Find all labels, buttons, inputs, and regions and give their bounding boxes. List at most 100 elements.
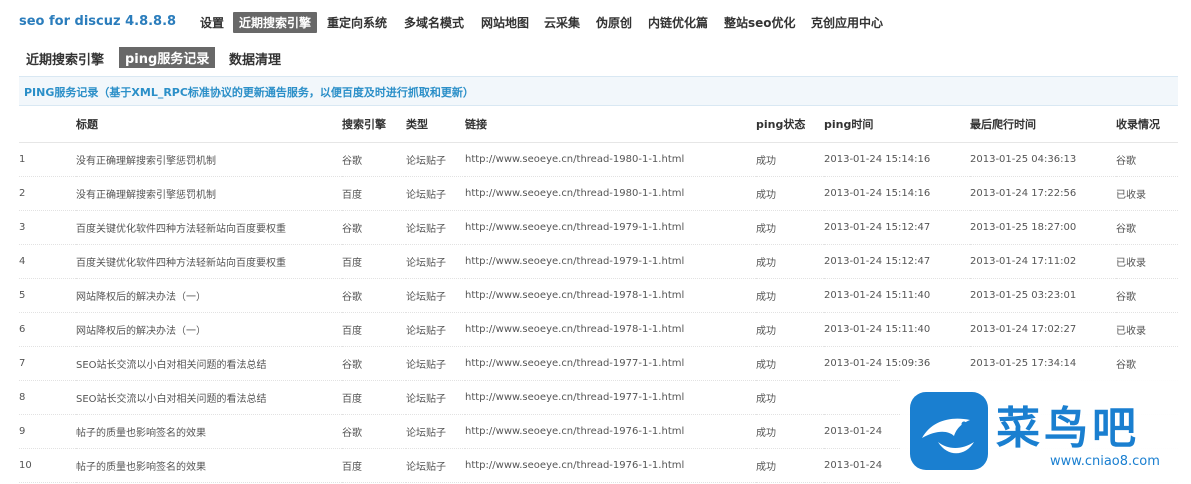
row-index-status[interactable]: 谷歌 <box>1116 278 1178 313</box>
row-title: 网站降权后的解决办法（一） <box>76 278 342 313</box>
row-ping-status: 成功 <box>756 312 824 347</box>
row-index: 7 <box>19 346 76 381</box>
row-type: 论坛贴子 <box>406 448 465 483</box>
subtab-recent-search-engines[interactable]: 近期搜索引擎 <box>26 49 104 68</box>
row-last-crawl-time: 2013-01-25 18:27:00 <box>970 210 1116 245</box>
col-type: 类型 <box>406 106 465 143</box>
watermark-url: www.cniao8.com <box>1050 454 1160 469</box>
row-index-status: 已收录 <box>1116 176 1178 211</box>
col-index <box>19 106 76 143</box>
col-index-status: 收录情况 <box>1116 106 1178 143</box>
row-ping-status: 成功 <box>756 142 824 177</box>
row-ping-time: 2013-01-24 15:12:47 <box>824 244 970 279</box>
nav-recent-search-engines[interactable]: 近期搜索引擎 <box>233 12 318 33</box>
row-type: 论坛贴子 <box>406 312 465 347</box>
nav-cloud-collect[interactable]: 云采集 <box>544 14 580 31</box>
row-last-crawl-time: 2013-01-24 17:11:02 <box>970 244 1116 279</box>
row-title: SEO站长交流以小白对相关问题的看法总结 <box>76 346 342 381</box>
col-ping-status: ping状态 <box>756 106 824 143</box>
row-title: 网站降权后的解决办法（一） <box>76 312 342 347</box>
nav-app-center[interactable]: 克创应用中心 <box>811 14 883 31</box>
row-search-engine: 百度 <box>342 244 406 279</box>
row-index: 6 <box>19 312 76 347</box>
row-link: http://www.seoeye.cn/thread-1977-1-1.htm… <box>465 380 756 415</box>
row-search-engine: 谷歌 <box>342 142 406 177</box>
nav-redirect-system[interactable]: 重定向系统 <box>327 14 387 31</box>
row-type: 论坛贴子 <box>406 346 465 381</box>
row-index: 9 <box>19 414 76 449</box>
row-type: 论坛贴子 <box>406 142 465 177</box>
row-index-status[interactable]: 谷歌 <box>1116 142 1178 177</box>
watermark: 菜鸟吧 www.cniao8.com <box>900 380 1191 484</box>
bird-logo-icon <box>910 392 988 470</box>
row-search-engine: 谷歌 <box>342 346 406 381</box>
row-ping-status: 成功 <box>756 278 824 313</box>
subtab-ping-records[interactable]: ping服务记录 <box>119 47 216 68</box>
row-title: 没有正确理解搜索引擎惩罚机制 <box>76 142 342 177</box>
row-search-engine: 谷歌 <box>342 278 406 313</box>
row-title: 百度关键优化软件四种方法轻新站向百度要权重 <box>76 210 342 245</box>
row-index-status[interactable]: 谷歌 <box>1116 346 1178 381</box>
watermark-text: 菜鸟吧 <box>996 403 1140 454</box>
row-type: 论坛贴子 <box>406 278 465 313</box>
nav-internal-link[interactable]: 内链优化篇 <box>648 14 708 31</box>
table-row: 7 SEO站长交流以小白对相关问题的看法总结 谷歌 论坛贴子 http://www.se… <box>19 346 1178 381</box>
panel-header: PING服务记录（基于XML_RPC标准协议的更新通告服务，以便百度及时进行抓取… <box>19 76 1178 106</box>
row-link: http://www.seoeye.cn/thread-1980-1-1.htm… <box>465 142 756 177</box>
row-type: 论坛贴子 <box>406 414 465 449</box>
row-ping-time: 2013-01-24 15:14:16 <box>824 176 970 211</box>
row-type: 论坛贴子 <box>406 210 465 245</box>
table-row: 6 网站降权后的解决办法（一） 百度 论坛贴子 http://www.seoeye.cn… <box>19 312 1178 347</box>
col-title: 标题 <box>76 106 342 143</box>
col-last-crawl-time: 最后爬行时间 <box>970 106 1116 143</box>
row-search-engine: 谷歌 <box>342 210 406 245</box>
row-type: 论坛贴子 <box>406 380 465 415</box>
table-row: 3 百度关键优化软件四种方法轻新站向百度要权重 谷歌 论坛贴子 http://www.s… <box>19 210 1178 245</box>
row-type: 论坛贴子 <box>406 176 465 211</box>
subtab-data-cleanup[interactable]: 数据清理 <box>229 49 281 68</box>
row-link: http://www.seoeye.cn/thread-1979-1-1.htm… <box>465 244 756 279</box>
row-ping-time: 2013-01-24 15:14:16 <box>824 142 970 177</box>
row-ping-status: 成功 <box>756 210 824 245</box>
nav-pseudo-original[interactable]: 伪原创 <box>596 14 632 31</box>
table-row: 4 百度关键优化软件四种方法轻新站向百度要权重 百度 论坛贴子 http://www.s… <box>19 244 1178 279</box>
row-type: 论坛贴子 <box>406 244 465 279</box>
col-ping-time: ping时间 <box>824 106 970 143</box>
row-index: 8 <box>19 380 76 415</box>
row-index-status[interactable]: 谷歌 <box>1116 210 1178 245</box>
row-title: SEO站长交流以小白对相关问题的看法总结 <box>76 380 342 415</box>
row-search-engine: 谷歌 <box>342 414 406 449</box>
nav-settings[interactable]: 设置 <box>200 14 224 31</box>
row-search-engine: 百度 <box>342 448 406 483</box>
nav-site-seo[interactable]: 整站seo优化 <box>724 14 796 31</box>
row-last-crawl-time: 2013-01-25 04:36:13 <box>970 142 1116 177</box>
row-ping-status: 成功 <box>756 448 824 483</box>
table-row: 2 没有正确理解搜索引擎惩罚机制 百度 论坛贴子 http://www.seoeye.c… <box>19 176 1178 211</box>
table-header-row: 标题 搜索引擎 类型 链接 ping状态 ping时间 最后爬行时间 收录情况 <box>19 106 1178 143</box>
row-link: http://www.seoeye.cn/thread-1980-1-1.htm… <box>465 176 756 211</box>
row-index: 5 <box>19 278 76 313</box>
col-search-engine: 搜索引擎 <box>342 106 406 143</box>
nav-multi-domain[interactable]: 多域名模式 <box>404 14 464 31</box>
row-ping-status: 成功 <box>756 380 824 415</box>
app-title: seo for discuz 4.8.8.8 <box>19 14 177 29</box>
row-title: 百度关键优化软件四种方法轻新站向百度要权重 <box>76 244 342 279</box>
row-ping-time: 2013-01-24 15:12:47 <box>824 210 970 245</box>
row-link: http://www.seoeye.cn/thread-1979-1-1.htm… <box>465 210 756 245</box>
nav-sitemap[interactable]: 网站地图 <box>481 14 529 31</box>
row-ping-status: 成功 <box>756 346 824 381</box>
row-index-status: 已收录 <box>1116 312 1178 347</box>
top-nav: seo for discuz 4.8.8.8 设置 近期搜索引擎 重定向系统 多… <box>0 0 1191 44</box>
table-row: 1 没有正确理解搜索引擎惩罚机制 谷歌 论坛贴子 http://www.seoeye.c… <box>19 142 1178 177</box>
row-ping-status: 成功 <box>756 176 824 211</box>
row-title: 帖子的质量也影响签名的效果 <box>76 448 342 483</box>
row-ping-time: 2013-01-24 15:09:36 <box>824 346 970 381</box>
row-search-engine: 百度 <box>342 312 406 347</box>
panel-title: PING服务记录（基于XML_RPC标准协议的更新通告服务，以便百度及时进行抓取… <box>24 86 474 99</box>
row-link: http://www.seoeye.cn/thread-1978-1-1.htm… <box>465 312 756 347</box>
row-search-engine: 百度 <box>342 176 406 211</box>
table-row: 5 网站降权后的解决办法（一） 谷歌 论坛贴子 http://www.seoeye.cn… <box>19 278 1178 313</box>
row-index: 3 <box>19 210 76 245</box>
row-index-status: 已收录 <box>1116 244 1178 279</box>
row-ping-status: 成功 <box>756 244 824 279</box>
